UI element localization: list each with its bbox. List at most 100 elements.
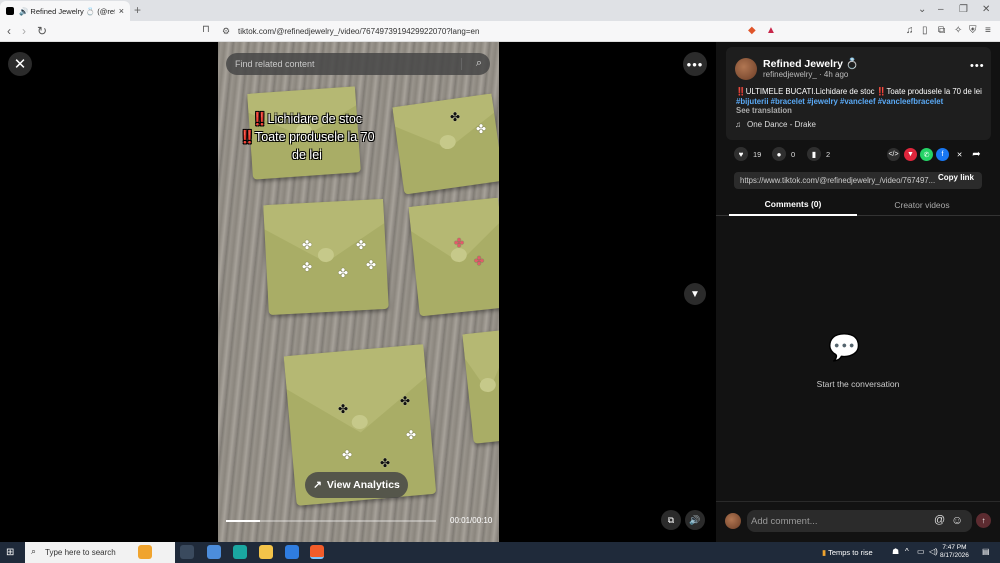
avatar[interactable] [735, 58, 757, 80]
jewelry-pouch [462, 330, 499, 444]
video-player[interactable]: ✤ ✤ ✤ ✤ ✤ ✤ ✤ ✤ ✤ ✤ ✤ ✤ ✤ ✤ ‼️Lichidare … [218, 42, 499, 542]
tray-people-icon[interactable]: ☗ [892, 547, 899, 556]
menu-icon[interactable]: ≡ [985, 25, 991, 36]
new-tab-button[interactable]: + [134, 3, 141, 17]
tab-creator-videos[interactable]: Creator videos [858, 194, 986, 216]
close-video-button[interactable]: ✕ [8, 52, 32, 76]
save-button[interactable]: ▮ 2 [807, 147, 830, 161]
view-analytics-button[interactable]: ↗ View Analytics [305, 472, 408, 498]
empty-comments-icon: 💬 [828, 332, 861, 362]
tab-comments[interactable]: Comments (0) [729, 194, 857, 216]
avatar [725, 513, 741, 529]
related-content-search[interactable]: Find related content ⌕ [226, 53, 490, 75]
bookmark-icon[interactable]: ⊓ [202, 24, 210, 35]
clover-charm: ✤ [400, 394, 411, 408]
share-arrow-icon[interactable]: ➦ [970, 148, 983, 161]
analytics-chart-icon: ↗ [313, 479, 322, 491]
taskbar-search[interactable]: ⌕ Type here to search [25, 542, 175, 563]
heart-icon: ♥ [734, 147, 748, 161]
send-to-friends-icon[interactable]: ▼ [904, 148, 917, 161]
file-explorer-icon[interactable] [259, 545, 273, 559]
vpn-icon[interactable]: ⛨ [969, 25, 977, 36]
music-link[interactable]: ♫ One Dance - Drake [735, 120, 816, 129]
volume-icon: 🔊 [689, 514, 701, 525]
comment-button[interactable]: ● 0 [772, 147, 795, 161]
brave-browser-icon[interactable] [310, 545, 324, 559]
like-button[interactable]: ♥ 19 [734, 147, 761, 161]
clover-charm: ✤ [454, 236, 465, 250]
comment-bar: @ ☺ ↑ [716, 501, 1000, 542]
facebook-icon[interactable]: f [936, 148, 949, 161]
leo-icon[interactable]: ✧ [954, 25, 962, 36]
copy-link-button[interactable]: Copy link [938, 173, 974, 182]
tab-close-icon[interactable]: × [119, 6, 124, 16]
window-restore-button[interactable]: ❐ [959, 4, 968, 15]
volume-button[interactable]: 🔊 [685, 510, 705, 530]
account-handle[interactable]: refinedjewelry_ · 4h ago [763, 70, 848, 79]
browser-toolbar: ‹ › ↻ ⊓ ⚙ tiktok.com/@refinedjewelry_/vi… [0, 21, 1000, 42]
window-minimize-button[interactable]: – [938, 4, 944, 15]
browser-tab[interactable]: 🔊 Refined Jewelry 💍 (@refinedjewelry_) × [0, 1, 130, 21]
floating-player-button[interactable]: ⧉ [661, 510, 681, 530]
arrow-up-icon: ↑ [981, 516, 986, 525]
forward-icon[interactable]: › [22, 24, 26, 38]
empty-comments-text: Start the conversation [816, 379, 900, 389]
hashtags[interactable]: #bijuterii #bracelet #jewelry #vancleef … [736, 97, 943, 106]
thermometer-icon: ▮ [822, 548, 827, 557]
sidebar-icon[interactable]: ▯ [922, 25, 928, 36]
brave-rewards-icon[interactable]: ▲ [766, 25, 776, 36]
x-icon[interactable]: ✕ [953, 148, 966, 161]
address-bar[interactable]: ⚙ tiktok.com/@refinedjewelry_/video/7674… [216, 24, 740, 39]
clover-charm: ✤ [380, 456, 391, 470]
tab-title: 🔊 Refined Jewelry 💍 (@refinedjewelry_) [19, 6, 115, 16]
task-view-icon[interactable] [180, 545, 194, 559]
weather-widget-icon[interactable] [138, 545, 152, 559]
weather-status[interactable]: ▮ Temps to rise [822, 548, 873, 557]
network-icon[interactable]: ▭ [917, 547, 925, 556]
notifications-icon[interactable]: ▤ [982, 547, 990, 556]
card-more-icon[interactable]: ••• [970, 60, 985, 72]
next-video-button[interactable]: ▼ [684, 283, 706, 305]
account-name[interactable]: Refined Jewelry 💍 [763, 57, 859, 70]
taskbar-clock[interactable]: 7:47 PM 8/17/2026 [940, 544, 969, 560]
see-translation-link[interactable]: See translation [736, 106, 792, 115]
outlook-icon[interactable] [285, 545, 299, 559]
close-icon: ✕ [13, 56, 27, 73]
video-description: ‼️ULTIMELE BUCATI.Lichidare de stoc ‼️To… [736, 87, 982, 96]
media-icon[interactable]: ♫ [906, 25, 914, 36]
windows-taskbar: ⊞ ⌕ Type here to search ▮ Temps to rise … [0, 542, 1000, 563]
brave-shield-icon[interactable]: ◆ [748, 25, 756, 36]
jewelry-pouch [392, 93, 499, 195]
comment-icon: ● [772, 147, 786, 161]
tray-chevron-icon[interactable]: ^ [905, 547, 909, 556]
chevron-down-icon: ▼ [690, 288, 700, 300]
speaker-icon[interactable]: ◁) [929, 547, 938, 556]
edge-icon[interactable] [233, 545, 247, 559]
post-comment-button[interactable]: ↑ [976, 513, 991, 528]
video-caption-overlay: ‼️Lichidare de stoc ‼️Toate produsele la… [239, 112, 375, 162]
site-info-icon[interactable]: ⚙ [222, 26, 230, 37]
bookmark-icon: ▮ [807, 147, 821, 161]
emoji-icon[interactable]: ☺ [951, 513, 963, 527]
minimize-icon[interactable]: ⌄ [918, 4, 926, 15]
search-icon[interactable]: ⌕ [476, 57, 482, 70]
copilot-icon[interactable] [207, 545, 221, 559]
extensions-icon[interactable]: ⧉ [938, 25, 945, 36]
clover-charm: ✤ [474, 254, 485, 268]
windows-start-icon[interactable]: ⊞ [6, 547, 14, 558]
embed-icon[interactable]: </> [887, 148, 900, 161]
clover-charm: ✤ [406, 428, 417, 442]
back-icon[interactable]: ‹ [7, 24, 11, 38]
pip-icon: ⧉ [667, 514, 675, 525]
video-progress-fill [226, 520, 260, 522]
video-progress-bar[interactable] [226, 520, 436, 522]
clover-charm: ✤ [302, 260, 313, 274]
mention-icon[interactable]: @ [934, 514, 945, 526]
window-close-button[interactable]: ✕ [982, 4, 990, 15]
clover-charm: ✤ [302, 238, 313, 252]
url-text: tiktok.com/@refinedjewelry_/video/767497… [238, 27, 480, 36]
more-options-button[interactable]: ••• [683, 52, 707, 76]
clover-charm: ✤ [338, 402, 349, 416]
whatsapp-icon[interactable]: ✆ [920, 148, 933, 161]
reload-icon[interactable]: ↻ [37, 24, 47, 38]
